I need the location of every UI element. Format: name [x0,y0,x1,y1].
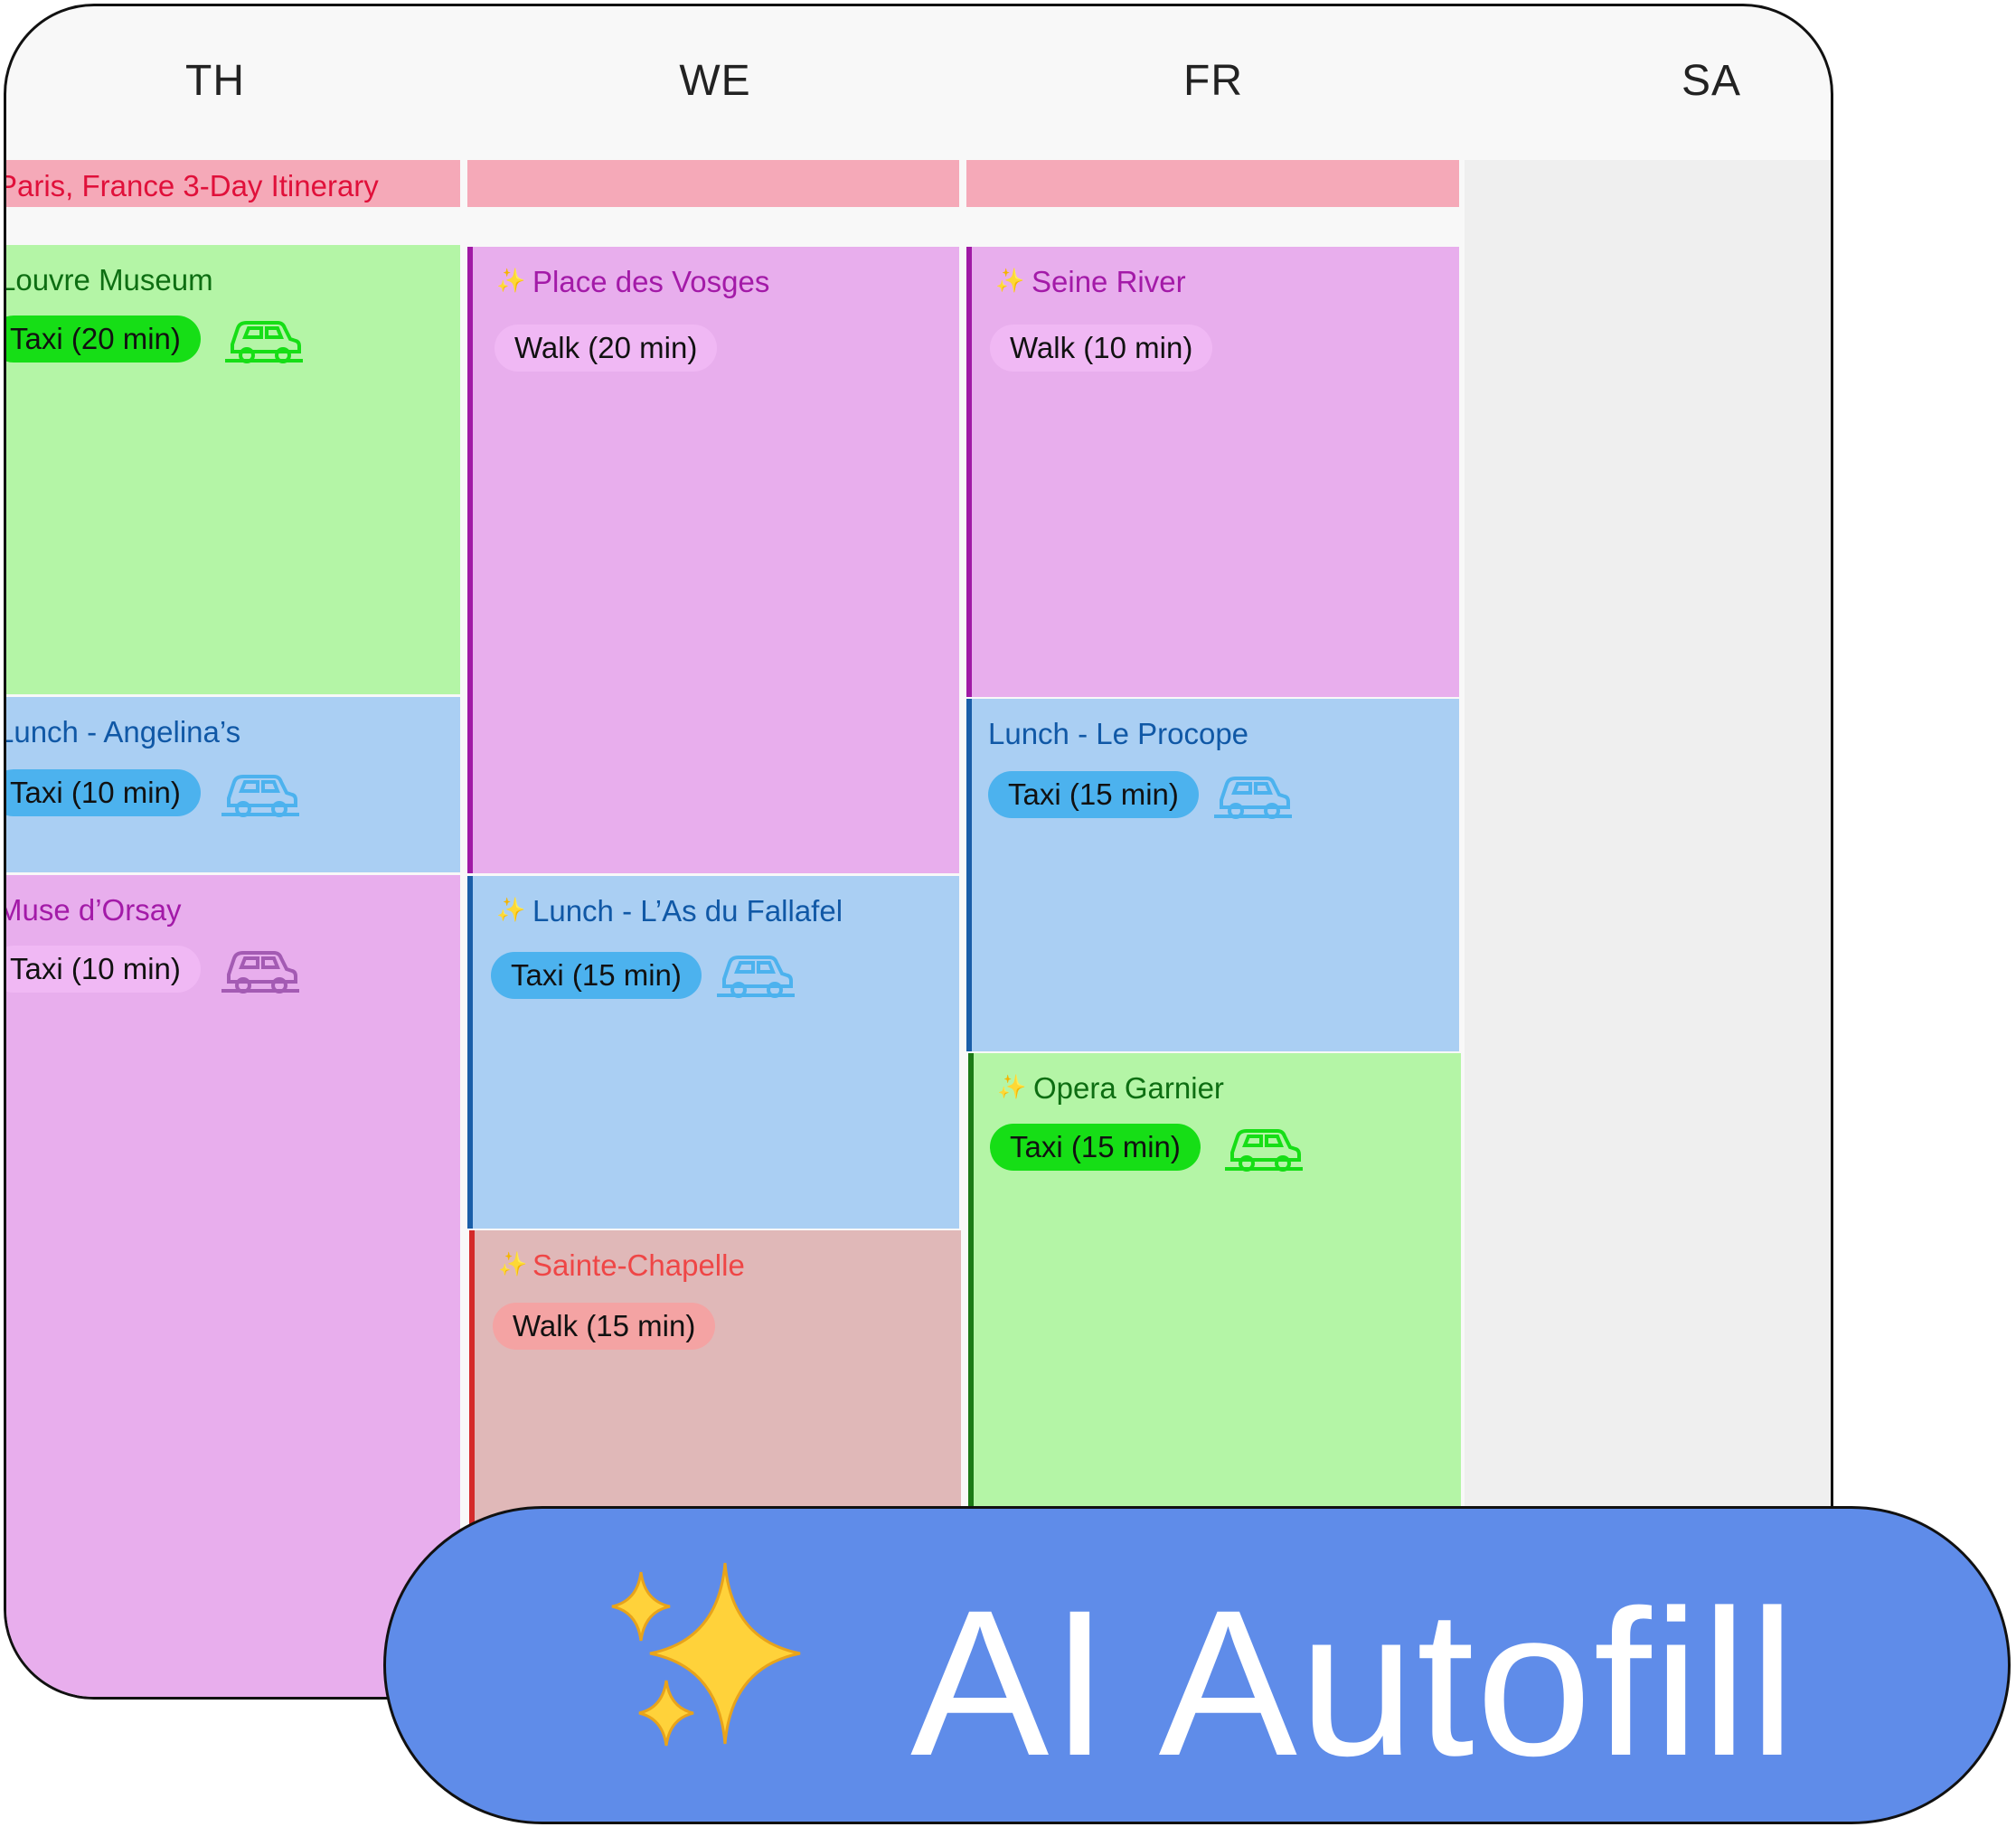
event-seine-river[interactable]: ✨ Seine River Walk (10 min) [966,247,1459,697]
day-header-th[interactable]: TH [185,56,245,106]
transport-pill[interactable]: Taxi (10 min) [6,946,201,993]
car-icon [717,956,795,998]
event-orsay[interactable]: Muse d’Orsay Taxi (10 min) [6,875,460,1697]
day-column-sa[interactable] [1465,160,1831,1697]
transport-pill[interactable]: Walk (20 min) [495,325,718,372]
day-header-fr[interactable]: FR [1183,56,1243,106]
transport-pill[interactable]: Taxi (15 min) [988,771,1199,818]
event-title: Lunch - L’As du Fallafel [532,894,843,928]
sparkle-icon: ✨ [995,267,1025,294]
sparkle-icon: ✨ [498,1250,528,1277]
transport-pill[interactable]: Taxi (10 min) [6,769,201,816]
event-title: Seine River [1032,265,1186,298]
all-day-event-band[interactable] [467,160,959,207]
event-lunch-angelina[interactable]: Lunch - Angelina’s Taxi (10 min) [6,697,460,872]
event-louvre[interactable]: Louvre Museum Taxi (20 min) [6,245,460,694]
sparkle-icon: ✨ [496,267,526,294]
all-day-event-band[interactable] [966,160,1459,207]
event-title: Place des Vosges [532,265,770,298]
day-header-sa[interactable]: SA [1682,56,1741,106]
event-lunch-fallafel[interactable]: ✨ Lunch - L’As du Fallafel Taxi (15 min) [467,876,959,1229]
all-day-event-title: Paris, France 3-Day Itinerary [4,169,379,202]
transport-pill[interactable]: Taxi (20 min) [6,315,201,363]
sparkles-icon [611,1562,801,1747]
event-title: Lunch - Angelina’s [6,715,241,749]
car-icon [225,321,303,363]
event-title: Opera Garnier [1033,1071,1224,1105]
car-icon [1214,777,1292,819]
transport-pill[interactable]: Walk (10 min) [990,325,1213,372]
event-title: Lunch - Le Procope [988,717,1249,750]
event-place-des-vosges[interactable]: ✨ Place des Vosges Walk (20 min) [467,247,959,873]
car-icon [221,775,299,817]
day-header-we[interactable]: WE [679,56,750,106]
ai-autofill-button[interactable]: AI Autofill [383,1506,2011,1824]
calendar-week-view: TH WE FR SA Paris, France 3-Day Itinerar… [4,4,1833,1700]
transport-pill[interactable]: Walk (15 min) [493,1303,716,1350]
transport-pill[interactable]: Taxi (15 min) [491,952,702,999]
car-icon [221,951,299,994]
ai-autofill-label: AI Autofill [910,1567,1797,1799]
sparkle-icon: ✨ [997,1073,1027,1100]
transport-pill[interactable]: Taxi (15 min) [990,1124,1201,1171]
car-icon [1225,1129,1303,1172]
sparkle-icon: ✨ [496,896,526,923]
event-title: Muse d’Orsay [6,893,182,927]
event-lunch-procope[interactable]: Lunch - Le Procope Taxi (15 min) [966,699,1459,1051]
event-title: Louvre Museum [6,263,213,297]
event-title: Sainte-Chapelle [532,1248,745,1282]
